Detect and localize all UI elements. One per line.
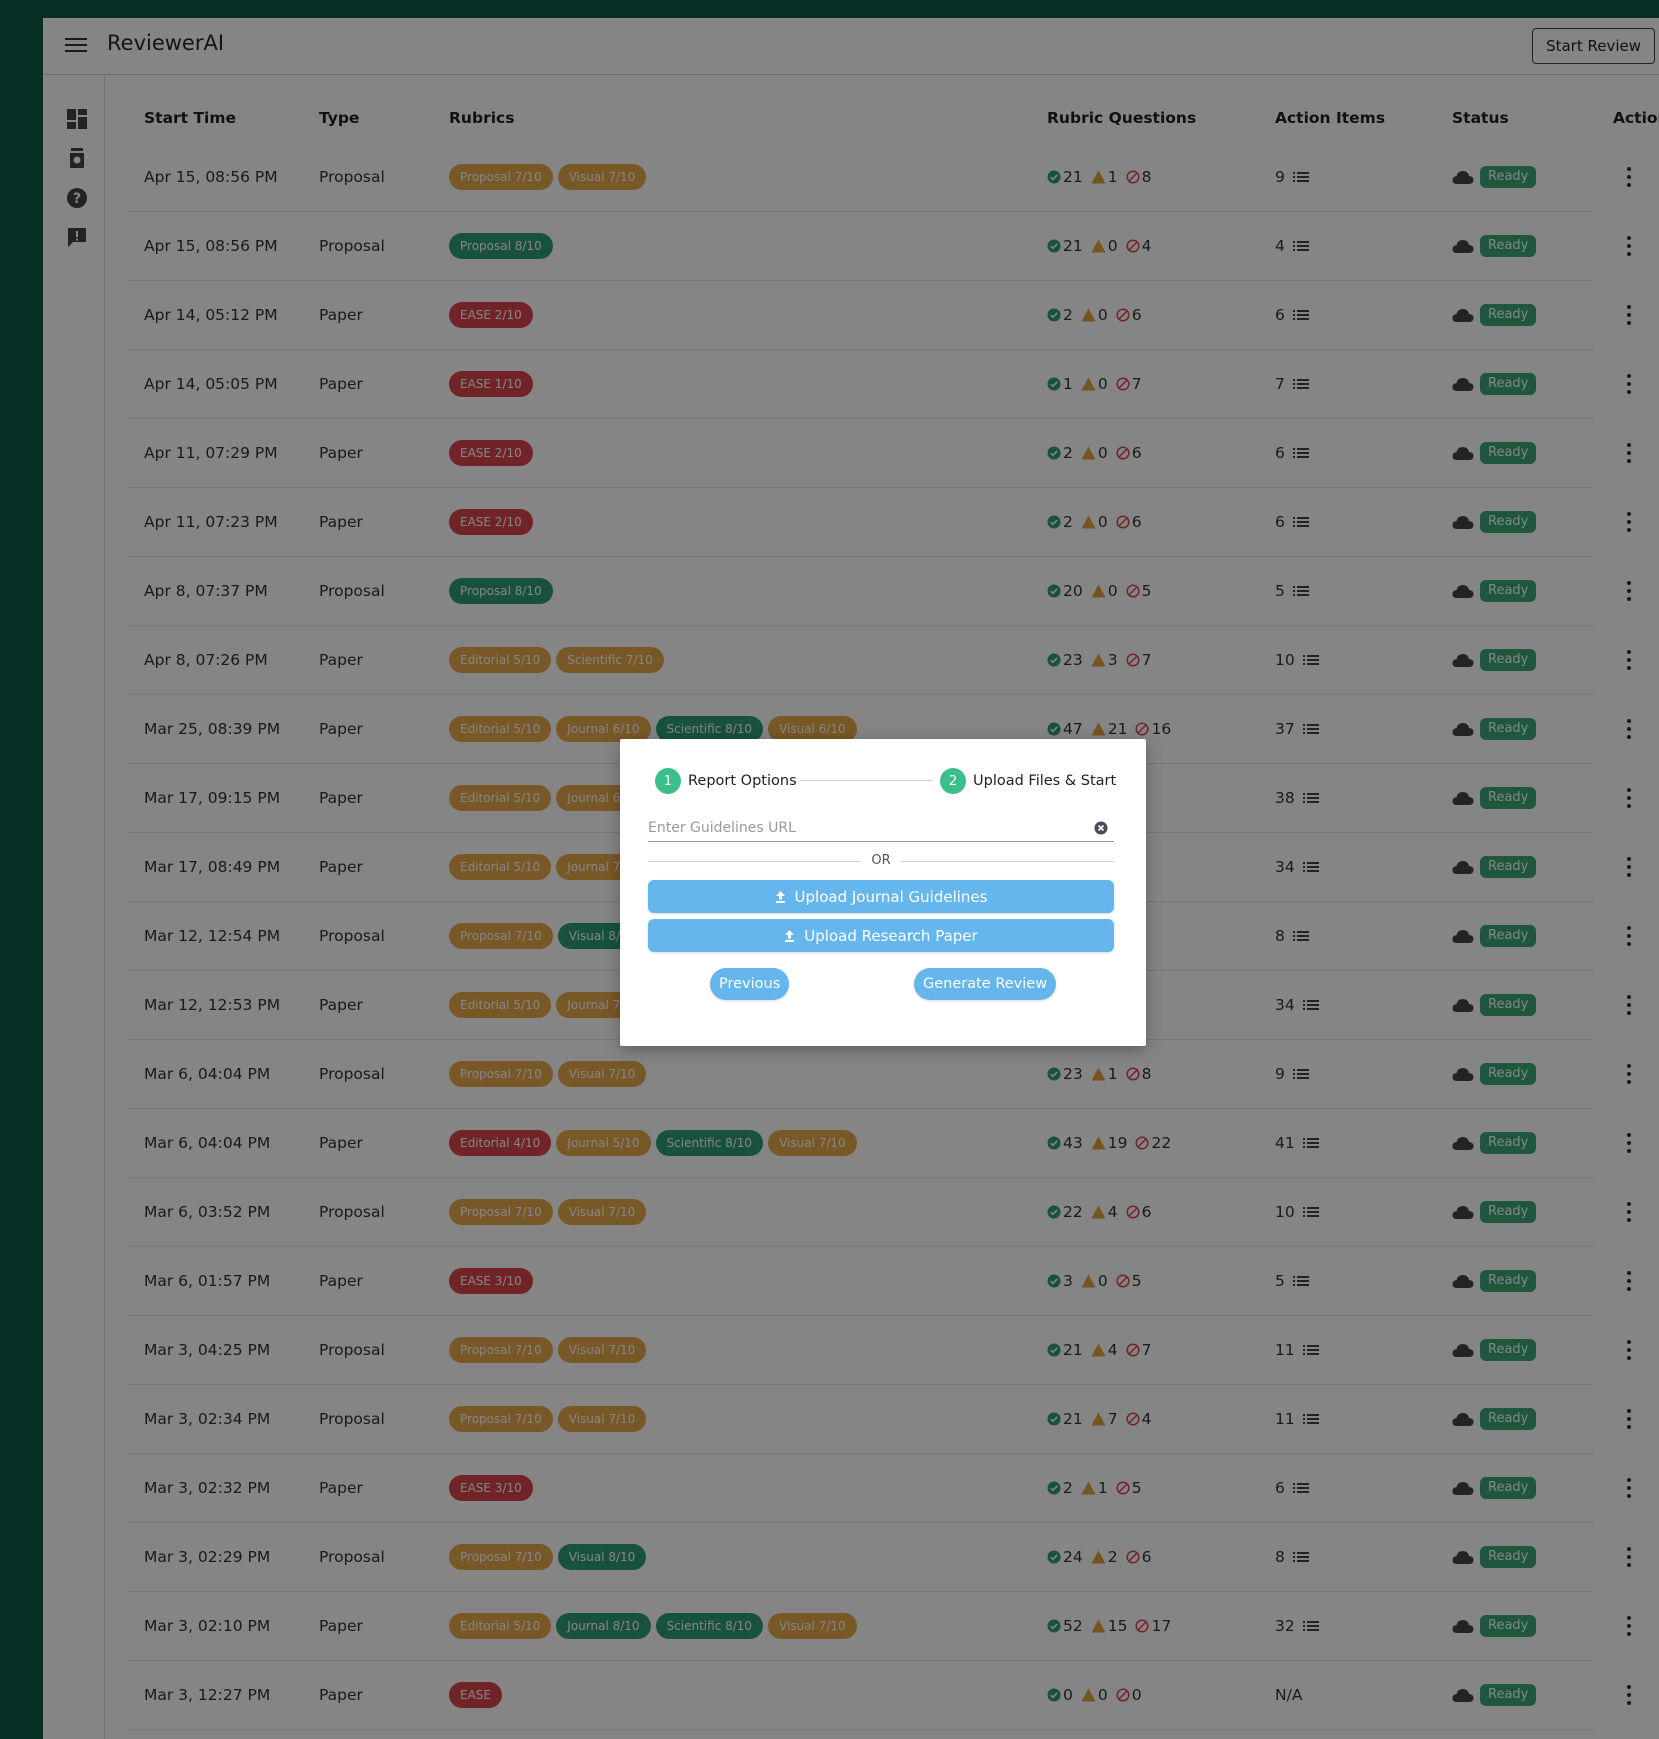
modal-backdrop[interactable]: 1 Report Options 2 Upload Files & Start …	[0, 0, 1659, 1739]
upload-research-paper-label: Upload Research Paper	[804, 926, 978, 945]
upload-journal-guidelines-button[interactable]: Upload Journal Guidelines	[648, 880, 1114, 913]
generate-review-button[interactable]: Generate Review	[914, 968, 1057, 1000]
step-2-indicator: 2	[940, 768, 966, 794]
upload-research-paper-button[interactable]: Upload Research Paper	[648, 919, 1114, 952]
stepper-connector	[800, 780, 933, 781]
step-1-indicator: 1	[655, 768, 681, 794]
upload-icon	[775, 890, 785, 903]
previous-button[interactable]: Previous	[710, 968, 790, 1000]
step-report-options[interactable]: 1 Report Options	[655, 768, 797, 794]
guidelines-url-input[interactable]	[648, 817, 1078, 839]
start-review-dialog: 1 Report Options 2 Upload Files & Start …	[620, 739, 1146, 1046]
step-2-label: Upload Files & Start	[973, 773, 1117, 789]
step-1-label: Report Options	[688, 773, 797, 789]
or-divider: OR	[648, 853, 1114, 869]
guidelines-url-field	[648, 817, 1114, 842]
upload-icon	[785, 929, 795, 942]
clear-icon[interactable]	[1094, 820, 1108, 839]
step-upload-files[interactable]: 2 Upload Files & Start	[940, 768, 1116, 794]
upload-journal-guidelines-label: Upload Journal Guidelines	[794, 887, 988, 906]
